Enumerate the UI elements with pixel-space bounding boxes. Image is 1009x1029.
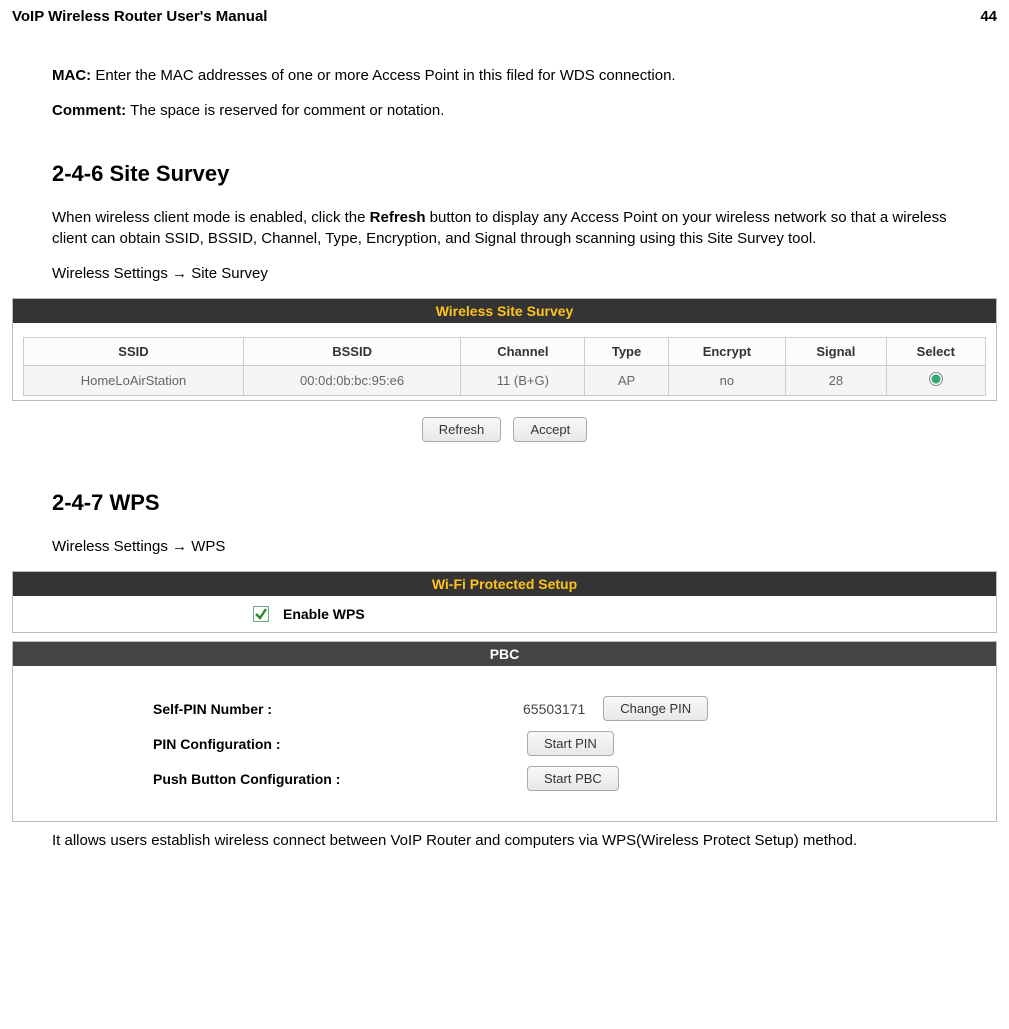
pbc-panel: PBC Self-PIN Number : 65503171 Change PI… — [12, 641, 997, 822]
comment-text: The space is reserved for comment or not… — [126, 102, 444, 119]
section-247-breadcrumb: Wireless Settings → WPS — [52, 536, 957, 557]
cell-signal: 28 — [786, 366, 887, 396]
col-bssid: BSSID — [243, 338, 460, 366]
page-number: 44 — [980, 8, 997, 25]
section-246-desc: When wireless client mode is enabled, cl… — [52, 207, 957, 249]
change-pin-button[interactable]: Change PIN — [603, 696, 708, 721]
cell-channel: 11 (B+G) — [461, 366, 585, 396]
wps-panel-title: Wi-Fi Protected Setup — [13, 572, 996, 596]
comment-label: Comment: — [52, 102, 126, 119]
manual-title: VoIP Wireless Router User's Manual — [12, 8, 267, 25]
section-247-footer: It allows users establish wireless conne… — [52, 830, 957, 851]
pbc-panel-title: PBC — [13, 642, 996, 666]
section-246-heading: 2-4-6 Site Survey — [52, 161, 957, 187]
col-channel: Channel — [461, 338, 585, 366]
survey-table: SSID BSSID Channel Type Encrypt Signal S… — [23, 337, 986, 396]
cell-encrypt: no — [668, 366, 785, 396]
col-encrypt: Encrypt — [668, 338, 785, 366]
pin-config-label: PIN Configuration : — [153, 736, 523, 752]
pin-config-row: PIN Configuration : Start PIN — [153, 731, 996, 756]
site-survey-panel: Wireless Site Survey SSID BSSID Channel … — [12, 298, 997, 401]
section-246-breadcrumb: Wireless Settings → Site Survey — [52, 263, 957, 284]
table-row: HomeLoAirStation 00:0d:0b:bc:95:e6 11 (B… — [24, 366, 986, 396]
survey-header-row: SSID BSSID Channel Type Encrypt Signal S… — [24, 338, 986, 366]
refresh-button[interactable]: Refresh — [422, 417, 502, 442]
accept-button[interactable]: Accept — [513, 417, 587, 442]
cell-select — [886, 366, 985, 396]
survey-button-row: Refresh Accept — [12, 409, 997, 450]
col-ssid: SSID — [24, 338, 244, 366]
self-pin-value: 65503171 — [523, 701, 585, 717]
push-button-row: Push Button Configuration : Start PBC — [153, 766, 996, 791]
site-survey-title: Wireless Site Survey — [13, 299, 996, 323]
enable-wps-row: Enable WPS — [13, 596, 996, 632]
mac-paragraph: MAC: Enter the MAC addresses of one or m… — [52, 65, 957, 86]
col-select: Select — [886, 338, 985, 366]
push-button-label: Push Button Configuration : — [153, 771, 523, 787]
self-pin-row: Self-PIN Number : 65503171 Change PIN — [153, 696, 996, 721]
mac-label: MAC: — [52, 67, 91, 84]
page-header: VoIP Wireless Router User's Manual 44 — [12, 8, 997, 25]
enable-wps-label: Enable WPS — [283, 606, 365, 622]
cell-ssid: HomeLoAirStation — [24, 366, 244, 396]
wps-panel: Wi-Fi Protected Setup Enable WPS — [12, 571, 997, 633]
col-signal: Signal — [786, 338, 887, 366]
checkbox-checked-icon[interactable] — [253, 606, 269, 622]
cell-bssid: 00:0d:0b:bc:95:e6 — [243, 366, 460, 396]
select-radio[interactable] — [929, 372, 943, 386]
start-pbc-button[interactable]: Start PBC — [527, 766, 619, 791]
start-pin-button[interactable]: Start PIN — [527, 731, 614, 756]
self-pin-label: Self-PIN Number : — [153, 701, 523, 717]
mac-text: Enter the MAC addresses of one or more A… — [91, 67, 675, 84]
comment-paragraph: Comment: The space is reserved for comme… — [52, 100, 957, 121]
page-content: MAC: Enter the MAC addresses of one or m… — [12, 65, 997, 284]
cell-type: AP — [585, 366, 668, 396]
section-247-heading: 2-4-7 WPS — [52, 490, 957, 516]
col-type: Type — [585, 338, 668, 366]
